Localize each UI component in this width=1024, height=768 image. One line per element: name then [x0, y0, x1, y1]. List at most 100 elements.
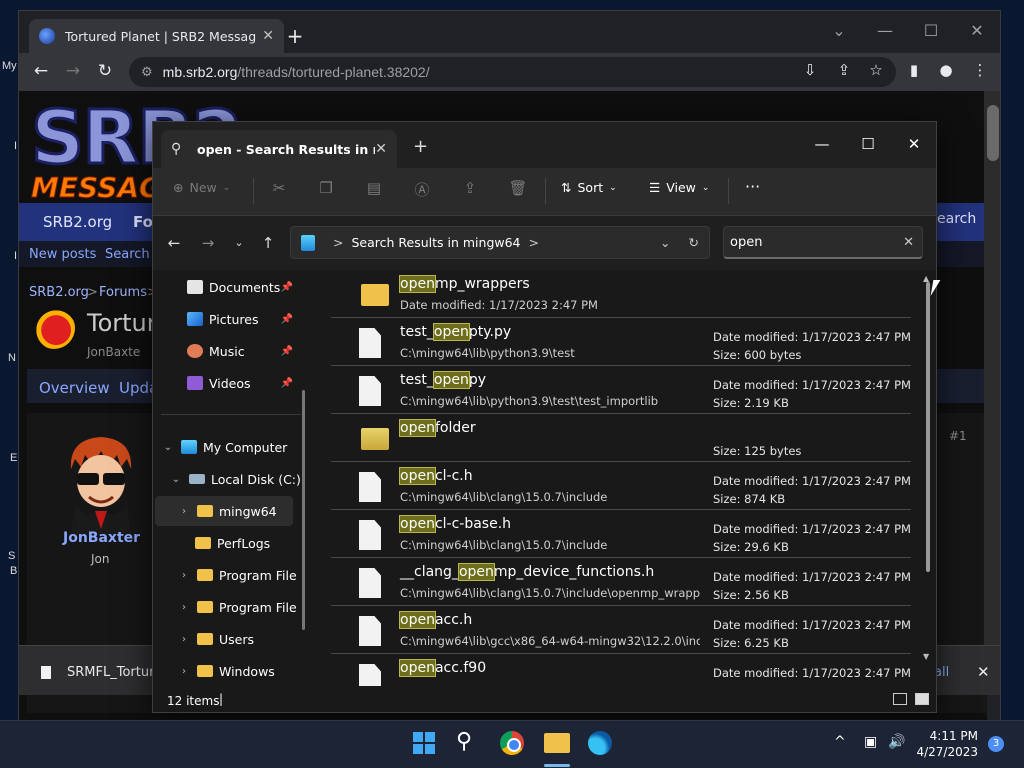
side-panel-icon[interactable]: ▮ — [903, 61, 925, 79]
chevron-down-icon[interactable]: ⌄ — [169, 474, 183, 485]
paste-icon[interactable]: ▤ — [363, 179, 385, 197]
chevron-right-icon[interactable]: › — [177, 506, 191, 517]
nav-item-music[interactable]: Music 📌 — [153, 336, 303, 366]
share-icon[interactable]: ⇪ — [833, 61, 855, 79]
nav-item-videos[interactable]: Videos 📌 — [153, 368, 303, 398]
thread-author[interactable]: JonBaxte — [87, 345, 140, 359]
site-nav-forums[interactable]: Fo — [133, 213, 153, 231]
content-scrollbar[interactable] — [926, 282, 930, 572]
recent-locations-icon[interactable]: ⌄ — [228, 236, 250, 249]
download-item[interactable]: SRMFL_Torture — [67, 665, 162, 680]
nav-item-program-files-x86[interactable]: › Program File — [153, 592, 303, 622]
list-item[interactable]: opencl-c-base.h C:\mingw64\lib\clang\15.… — [331, 510, 911, 558]
up-icon[interactable]: ↑ — [257, 234, 279, 252]
nav-item-windows[interactable]: › Windows — [153, 656, 303, 686]
site-info-icon[interactable]: ⚙ — [141, 64, 153, 80]
forward-icon[interactable]: → — [197, 234, 219, 252]
maximize-button[interactable]: ☐ — [908, 17, 954, 45]
back-icon[interactable]: ← — [29, 59, 53, 83]
breadcrumb-chevron[interactable]: > — [529, 235, 539, 250]
nav-item-documents[interactable]: Documents 📌 — [153, 272, 303, 302]
site-search-button[interactable]: earch — [937, 211, 976, 227]
address-bar[interactable]: ⚙ mb.srb2.org /threads/tortured-planet.3… — [129, 57, 896, 87]
nav-item-mingw64[interactable]: › mingw64 — [155, 496, 293, 526]
nav-item-local-disk[interactable]: ⌄ Local Disk (C:) — [153, 464, 303, 494]
chevron-down-icon[interactable]: ⌄ — [161, 442, 175, 453]
close-tab-icon[interactable]: ✕ — [262, 28, 274, 44]
post-number[interactable]: #1 — [949, 429, 967, 443]
chevron-right-icon[interactable]: › — [177, 666, 191, 677]
tray-overflow-icon[interactable]: ^ — [834, 734, 846, 750]
clock-date[interactable]: 4/27/2023 — [910, 745, 978, 759]
delete-icon[interactable]: 🗑 — [507, 179, 529, 197]
share-icon[interactable]: ⇪ — [459, 179, 481, 197]
install-icon[interactable]: ⇩ — [799, 61, 821, 79]
nav-scrollbar[interactable] — [302, 390, 305, 630]
close-tab-icon[interactable]: ✕ — [375, 141, 387, 157]
chevron-down-icon[interactable]: ⌄ — [660, 235, 670, 250]
large-icons-view-icon[interactable] — [915, 693, 929, 705]
scrollbar-thumb[interactable] — [987, 105, 999, 161]
chevron-right-icon[interactable]: › — [177, 602, 191, 613]
scroll-down-icon[interactable]: ▼ — [923, 652, 929, 661]
refresh-icon[interactable]: ↻ — [689, 235, 699, 250]
bookmark-star-icon[interactable]: ☆ — [865, 61, 887, 79]
nav-item-pictures[interactable]: Pictures 📌 — [153, 304, 303, 334]
site-nav-home[interactable]: SRB2.org — [43, 213, 112, 231]
subnav-new-posts[interactable]: New posts — [29, 247, 96, 262]
list-item[interactable]: openfolder Size: 125 bytes — [331, 414, 911, 462]
new-button[interactable]: ⊕ New ⌄ — [173, 180, 230, 195]
clock-time[interactable]: 4:11 PM — [924, 729, 978, 743]
volume-icon[interactable]: 🔊 — [888, 734, 905, 750]
chrome-app-icon[interactable] — [500, 731, 524, 755]
new-tab-button[interactable]: + — [281, 24, 309, 48]
chevron-right-icon[interactable]: › — [177, 634, 191, 645]
back-icon[interactable]: ← — [163, 234, 185, 252]
menu-icon[interactable]: ⋮ — [969, 61, 991, 79]
close-window-button[interactable]: ✕ — [891, 130, 936, 158]
maximize-button[interactable]: ☐ — [845, 130, 891, 158]
clear-search-icon[interactable]: ✕ — [903, 235, 914, 250]
notification-badge[interactable]: 3 — [988, 736, 1004, 752]
page-scrollbar[interactable] — [984, 91, 1000, 645]
forward-icon[interactable]: → — [61, 59, 85, 83]
reload-icon[interactable]: ↻ — [93, 59, 117, 83]
view-button[interactable]: ☰ View ⌄ — [649, 180, 709, 195]
list-item[interactable]: openmp_wrappers Date modified: 1/17/2023… — [331, 270, 911, 318]
sort-button[interactable]: ⇅ Sort ⌄ — [561, 180, 617, 195]
list-item[interactable]: opencl-c.h C:\mingw64\lib\clang\15.0.7\i… — [331, 462, 911, 510]
search-input[interactable]: open ✕ — [723, 226, 923, 259]
chevron-right-icon[interactable]: › — [177, 570, 191, 581]
cut-icon[interactable]: ✂ — [268, 179, 290, 197]
close-window-button[interactable]: ✕ — [954, 17, 1000, 45]
avatar[interactable] — [61, 429, 141, 534]
nav-item-my-computer[interactable]: ⌄ My Computer — [153, 432, 303, 462]
minimize-button[interactable]: — — [799, 130, 845, 158]
explorer-tab[interactable]: ⚲ open - Search Results in ming ✕ — [161, 130, 397, 168]
breadcrumb-forums[interactable]: Forums — [99, 285, 147, 300]
address-bar[interactable]: > Search Results in mingw64 > ⌄ ↻ — [290, 226, 710, 259]
list-item[interactable]: openacc.f90 Date modified: 1/17/2023 2:4… — [331, 654, 911, 686]
details-view-icon[interactable] — [893, 693, 907, 705]
breadcrumb-srb2[interactable]: SRB2.org — [29, 285, 89, 300]
profile-icon[interactable]: ● — [935, 61, 957, 79]
breadcrumb-chevron[interactable]: > — [333, 235, 343, 250]
nav-item-users[interactable]: › Users — [153, 624, 303, 654]
network-icon[interactable]: ▣ — [864, 734, 877, 750]
edge-app-icon[interactable] — [588, 731, 612, 755]
tab-search-icon[interactable]: ⌄ — [816, 17, 862, 45]
list-item[interactable]: test_openpy C:\mingw64\lib\python3.9\tes… — [331, 366, 911, 414]
nav-item-program-files[interactable]: › Program File — [153, 560, 303, 590]
list-item[interactable]: openacc.h C:\mingw64\lib\gcc\x86_64-w64-… — [331, 606, 911, 654]
taskbar-search-icon[interactable]: ⚲ — [456, 729, 472, 754]
close-download-bar[interactable]: ✕ — [977, 663, 990, 681]
tab-overview[interactable]: Overview — [39, 379, 110, 397]
minimize-button[interactable]: — — [862, 17, 908, 45]
nav-item-perflogs[interactable]: PerfLogs — [153, 528, 303, 558]
copy-icon[interactable]: ❐ — [315, 179, 337, 197]
new-tab-button[interactable]: + — [413, 136, 428, 157]
address-location[interactable]: Search Results in mingw64 — [351, 235, 520, 250]
file-explorer-app-icon[interactable] — [544, 733, 570, 753]
start-button[interactable] — [413, 732, 435, 754]
more-options-button[interactable]: ··· — [745, 177, 760, 196]
